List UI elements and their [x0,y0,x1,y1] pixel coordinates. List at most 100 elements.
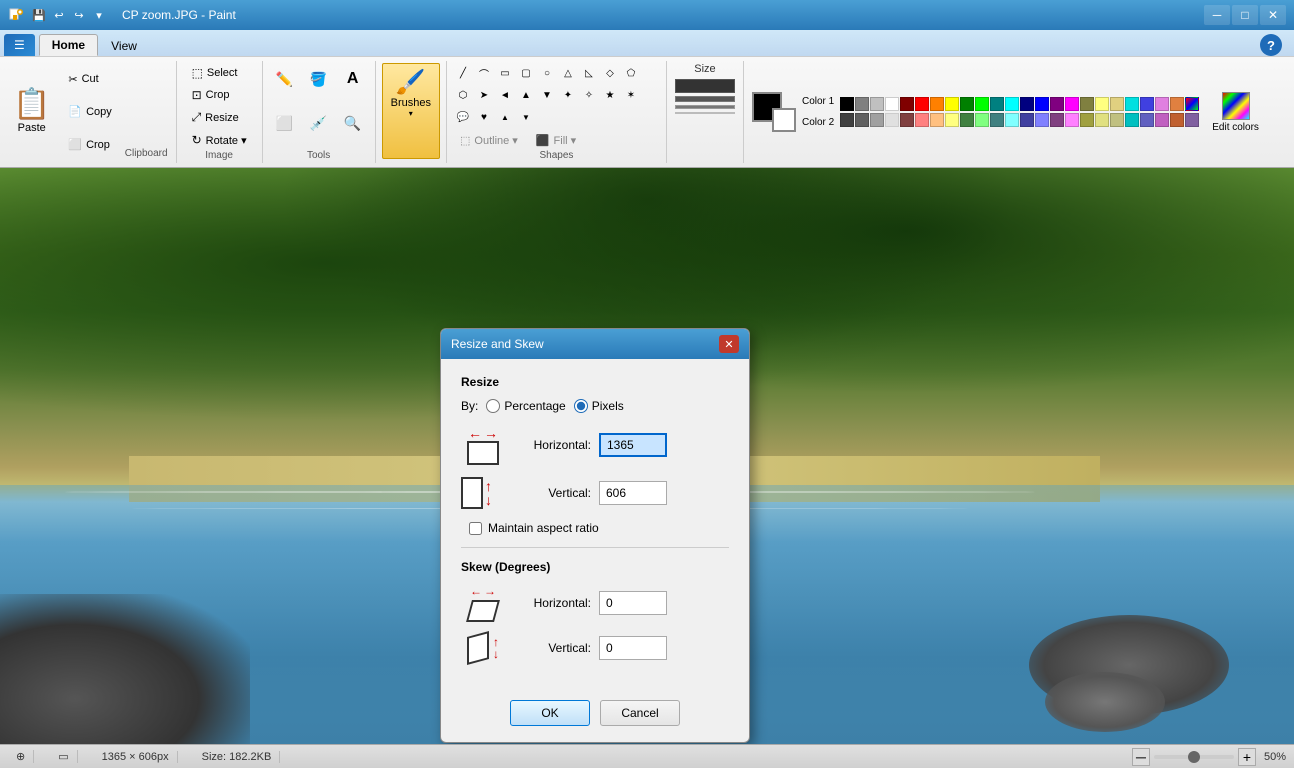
shape-star6[interactable]: ✶ [621,85,641,105]
skew-vertical-input[interactable] [599,636,667,660]
crop-button[interactable]: ⊡ Crop [185,85,254,105]
minimize-button[interactable]: ─ [1204,5,1230,25]
cut-button[interactable]: ✂ Cut [63,70,116,89]
color-navy[interactable] [1020,97,1034,111]
color-lightcyan[interactable] [1005,113,1019,127]
size-1[interactable] [675,79,735,93]
quick-dropdown-btn[interactable]: ▾ [90,6,108,24]
vertical-input[interactable] [599,481,667,505]
tab-view[interactable]: View [98,34,150,56]
color-extra4[interactable] [1155,97,1169,111]
color-darkred[interactable] [900,113,914,127]
horizontal-input[interactable] [599,433,667,457]
color-r2-23[interactable] [1170,113,1184,127]
color-yellow2[interactable] [1095,113,1109,127]
color-lime[interactable] [975,97,989,111]
pixels-radio-label[interactable]: Pixels [574,399,624,413]
color-lightred[interactable] [915,113,929,127]
color-orange[interactable] [930,97,944,111]
shape-diamond[interactable]: ◇ [600,63,620,83]
color-lightyellow2[interactable] [945,113,959,127]
color-maroon[interactable] [900,97,914,111]
color-gray4[interactable] [855,97,869,111]
size-4[interactable] [675,112,735,114]
color-purple[interactable] [1050,97,1064,111]
shapes-scroll-up[interactable]: ▲ [495,108,515,128]
quick-undo-btn[interactable]: ↩ [50,6,68,24]
crop-button-clip[interactable]: ⬜ Crop [63,135,116,154]
shape-curved-line[interactable]: ⌒ [474,63,494,83]
color-r2-20[interactable] [1125,113,1139,127]
color-darkteal[interactable] [990,113,1004,127]
fill-tool[interactable]: 🪣 [303,63,335,95]
close-button[interactable]: ✕ [1260,5,1286,25]
eraser-tool[interactable]: ⬜ [269,108,301,140]
text-tool[interactable]: A [337,63,369,95]
ok-button[interactable]: OK [510,700,590,726]
color-green[interactable] [960,97,974,111]
dialog-close-button[interactable]: ✕ [719,335,739,353]
shape-rect[interactable]: ▭ [495,63,515,83]
skew-horizontal-input[interactable] [599,591,667,615]
zoom-out-button[interactable]: ─ [1132,748,1150,766]
brushes-button[interactable]: 🖌️ Brushes ▾ [382,63,440,159]
color-lightolive[interactable] [1080,113,1094,127]
select-button[interactable]: ⬚ Select [185,63,254,83]
maximize-button[interactable]: □ [1232,5,1258,25]
color-lightyellow[interactable] [1095,97,1109,111]
shape-up-arrow[interactable]: ▲ [516,85,536,105]
shape-4arrow[interactable]: ✦ [558,85,578,105]
quick-redo-btn[interactable]: ↪ [70,6,88,24]
color-gray2[interactable] [870,113,884,127]
shape-down-arrow[interactable]: ▼ [537,85,557,105]
shape-callout[interactable]: 💬 [453,108,473,128]
help-button[interactable]: ? [1260,34,1282,56]
shape-star5[interactable]: ★ [600,85,620,105]
cancel-button[interactable]: Cancel [600,700,680,726]
shape-left-arrow[interactable]: ◄ [495,85,515,105]
color-yellow[interactable] [945,97,959,111]
color-red[interactable] [915,97,929,111]
color-r2-19[interactable] [1110,113,1124,127]
color2-box[interactable] [772,108,796,132]
shape-diagonal-line[interactable]: ╱ [453,63,473,83]
color-extra3[interactable] [1140,97,1154,111]
shape-triangle[interactable]: △ [558,63,578,83]
color-lightgreen[interactable] [975,113,989,127]
color-extra5[interactable] [1170,97,1184,111]
shape-pentagon[interactable]: ⬠ [621,63,641,83]
rotate-button[interactable]: ↻ Rotate ▾ [185,130,254,150]
color-gradient[interactable] [1185,97,1199,111]
shape-right-triangle[interactable]: ◺ [579,63,599,83]
color-darkgreen[interactable] [960,113,974,127]
zoom-slider[interactable] [1154,755,1234,759]
edit-colors-button[interactable]: Edit colors [1205,87,1266,138]
color-magenta[interactable] [1065,97,1079,111]
shape-right-arrow[interactable]: ➤ [474,85,494,105]
copy-button[interactable]: 📄 Copy [63,102,116,121]
color-silver[interactable] [870,97,884,111]
size-2[interactable] [675,96,735,102]
aspect-ratio-checkbox[interactable] [469,522,482,535]
size-3[interactable] [675,105,735,109]
color-darkpurple[interactable] [1050,113,1064,127]
shape-star4[interactable]: ✧ [579,85,599,105]
zoom-in-button[interactable]: + [1238,748,1256,766]
shapes-scroll-down[interactable]: ▼ [516,108,536,128]
pencil-tool[interactable]: ✏️ [269,63,301,95]
color-lightpink[interactable] [1065,113,1079,127]
shape-ellipse[interactable]: ○ [537,63,557,83]
color-darkgray[interactable] [840,113,854,127]
color-r2-22[interactable] [1155,113,1169,127]
color-lightblue[interactable] [1035,113,1049,127]
shape-round-rect[interactable]: ▢ [516,63,536,83]
shape-heart[interactable]: ♥ [474,108,494,128]
color-lightgray[interactable] [885,113,899,127]
tab-home[interactable]: Home [39,34,98,56]
magnifier-tool[interactable]: 🔍 [337,108,369,140]
color-r2-24[interactable] [1185,113,1199,127]
picker-tool[interactable]: 💉 [303,108,335,140]
color-olive[interactable] [1080,97,1094,111]
color-teal[interactable] [990,97,1004,111]
outline-button[interactable]: ⬚ Outline ▾ [453,131,525,150]
